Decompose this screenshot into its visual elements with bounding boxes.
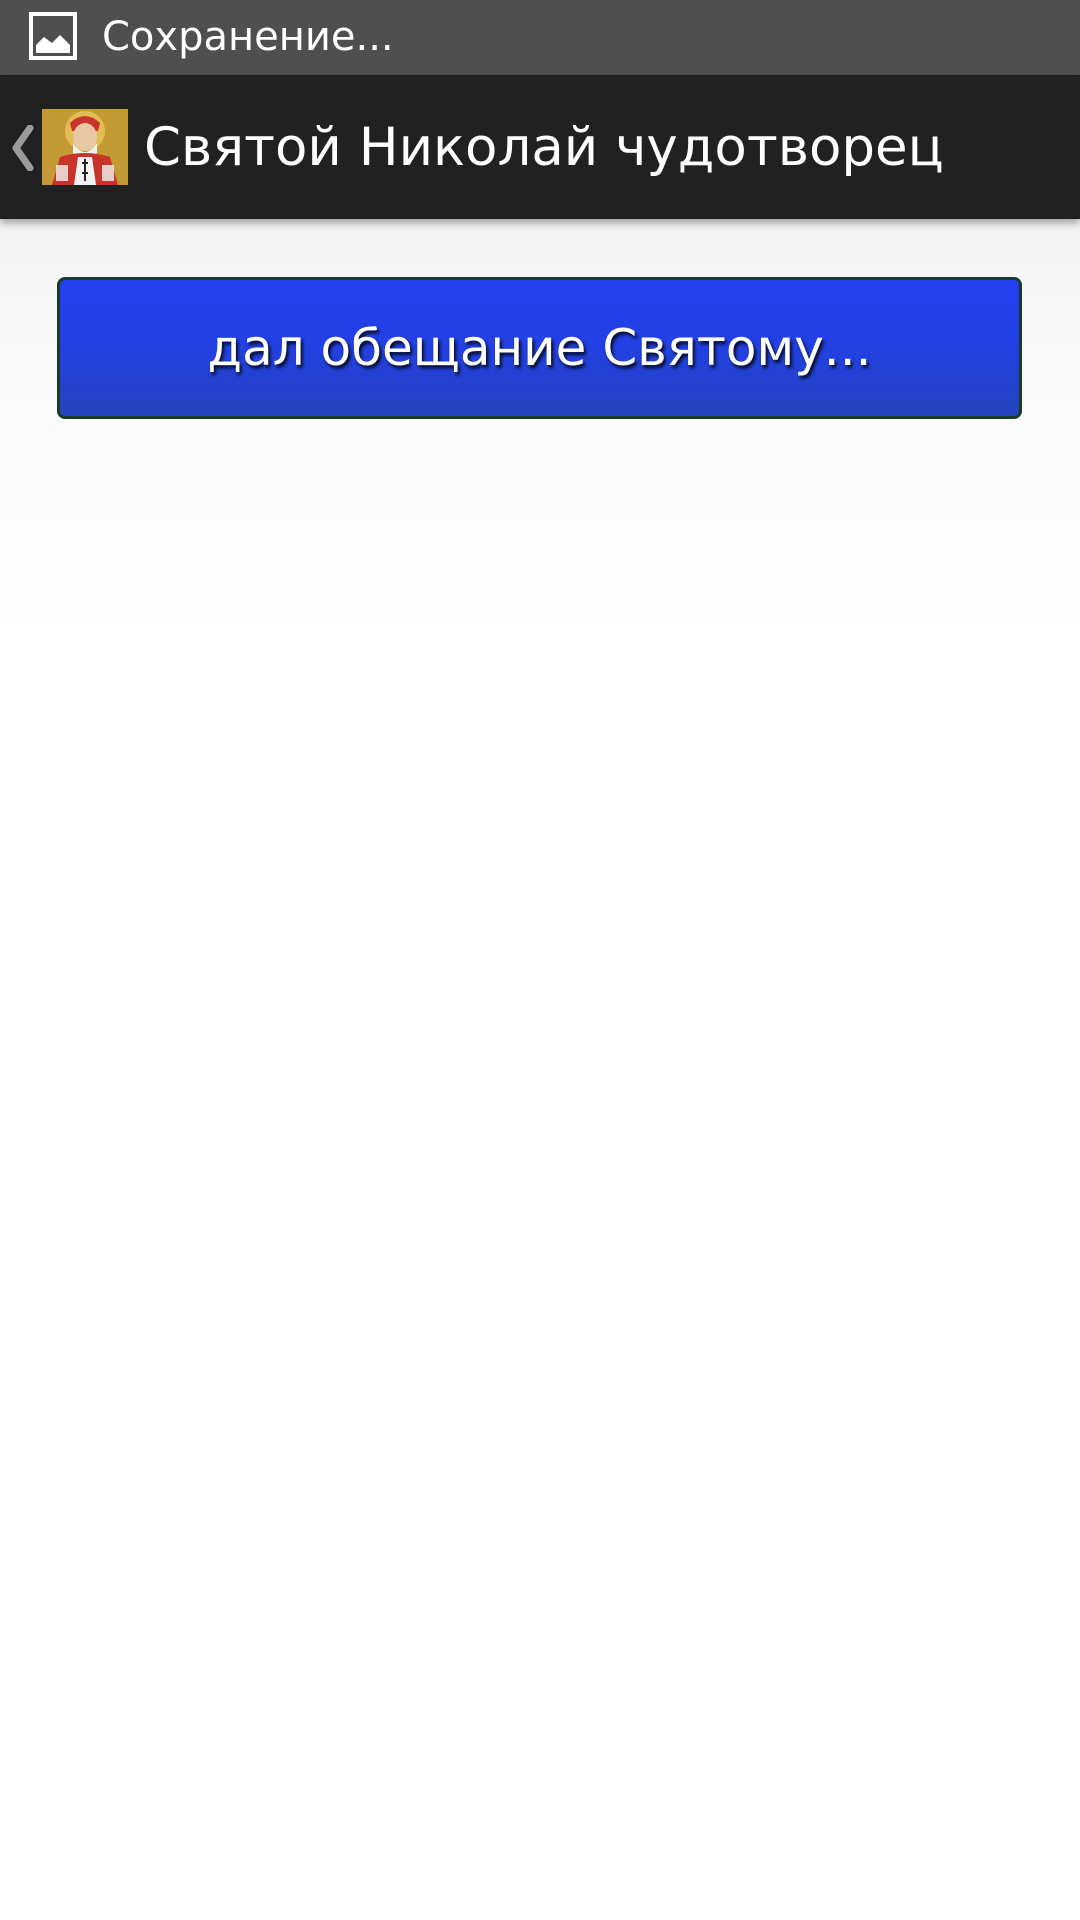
saint-nicholas-icon[interactable] [42,109,128,185]
chevron-left-icon[interactable] [10,124,34,172]
main-content: дал обещание Святому... [0,219,1080,1920]
status-bar: Сохранение... [0,0,1080,75]
image-icon [28,11,78,61]
action-bar: Святой Николай чудотворец [0,75,1080,219]
promise-button[interactable]: дал обещание Святому... [57,277,1022,419]
status-notification-text: Сохранение... [102,14,394,60]
page-title: Святой Николай чудотворец [144,117,944,178]
promise-button-label: дал обещание Святому... [207,319,872,377]
